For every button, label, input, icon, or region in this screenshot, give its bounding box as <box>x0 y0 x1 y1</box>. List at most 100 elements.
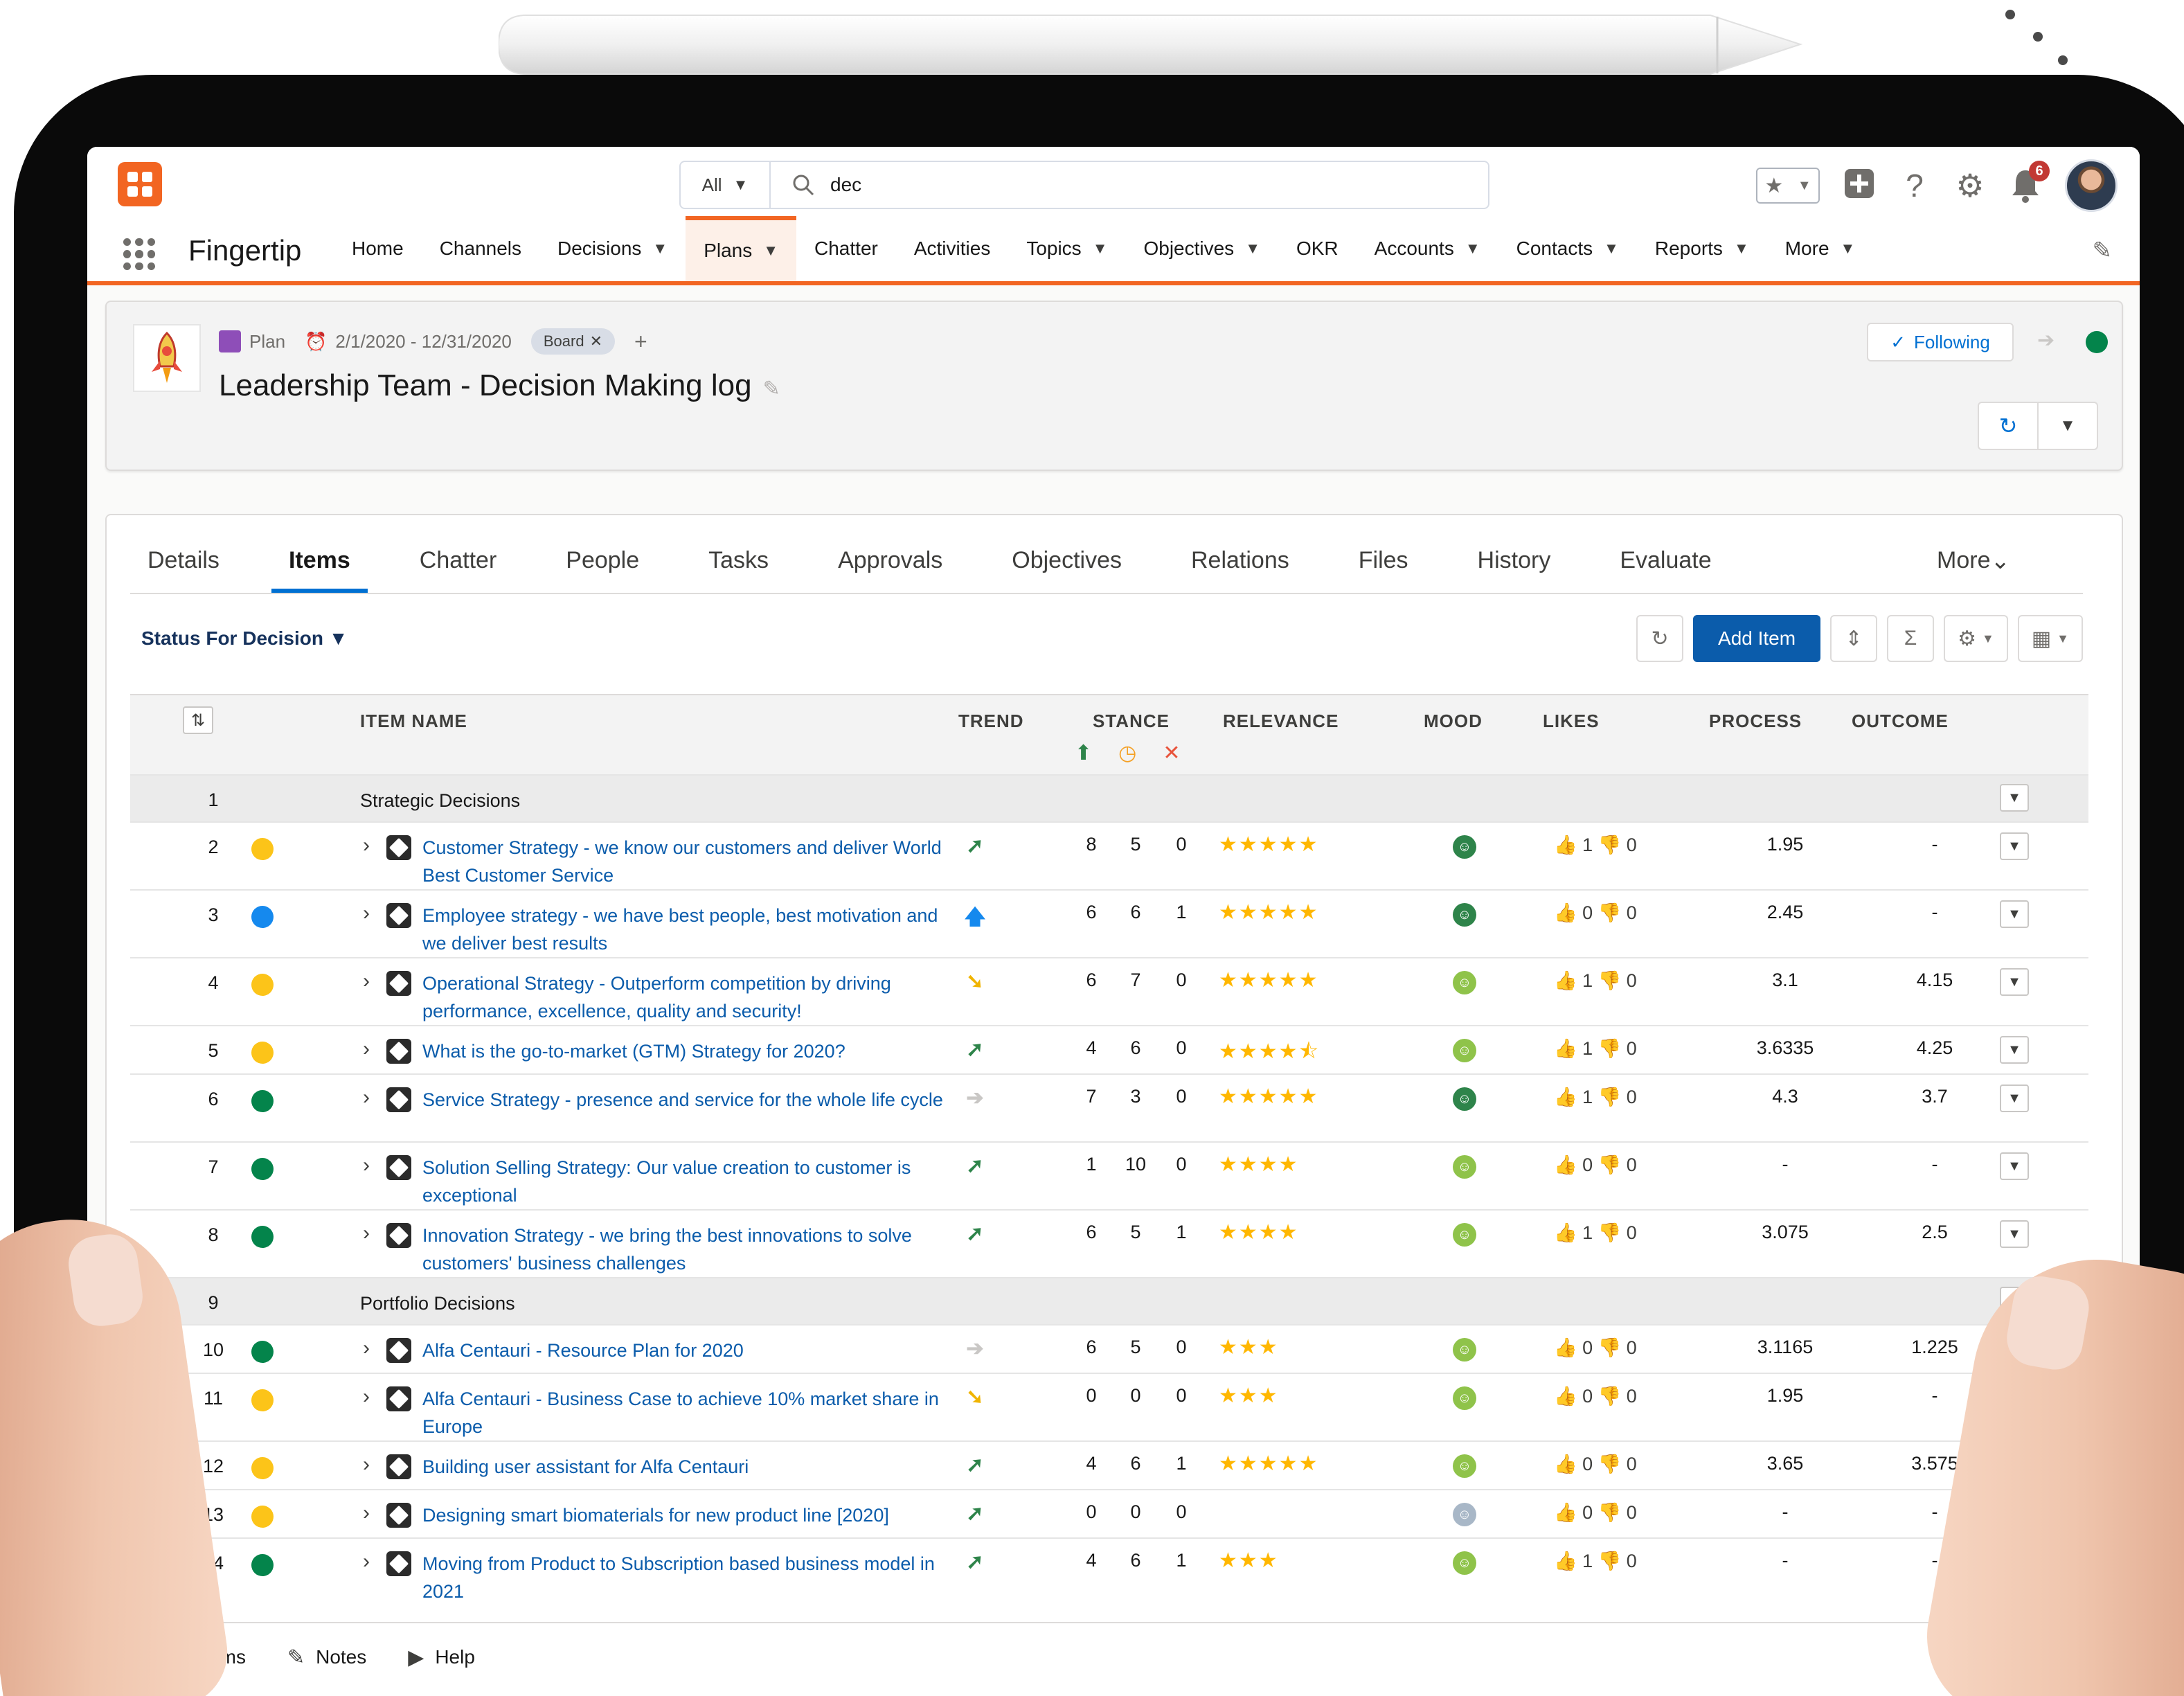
user-avatar[interactable] <box>2065 159 2118 212</box>
nav-item-decisions[interactable]: Decisions ▼ <box>539 216 686 281</box>
nav-item-more[interactable]: More ▼ <box>1767 216 1874 281</box>
search-input[interactable] <box>830 169 1453 201</box>
tab-chatter[interactable]: Chatter <box>402 543 514 593</box>
chevron-down-icon[interactable]: ▼ <box>1245 240 1260 258</box>
nav-item-activities[interactable]: Activities <box>896 216 1008 281</box>
chevron-down-icon[interactable]: ▼ <box>1841 240 1856 258</box>
tab-evaluate[interactable]: Evaluate <box>1602 543 1728 593</box>
tab-history[interactable]: History <box>1460 543 1568 593</box>
add-item-button[interactable]: Add Item <box>1693 615 1821 662</box>
setup-gear-icon[interactable]: ⚙ <box>1954 170 1986 202</box>
thumbs-down-icon[interactable]: 👎 <box>1598 1454 1627 1474</box>
column-outcome[interactable]: OUTCOME <box>1852 711 1949 732</box>
tab-people[interactable]: People <box>548 543 656 593</box>
row-actions-dropdown[interactable]: ▼ <box>2000 1220 2029 1248</box>
expand-chevron-icon[interactable]: › <box>363 902 370 925</box>
thumbs-down-icon[interactable]: 👎 <box>1598 970 1627 991</box>
chevron-down-icon[interactable]: ▼ <box>1604 240 1619 258</box>
column-layout-icon[interactable]: ▦ ▼ <box>2017 615 2083 662</box>
favorites-button[interactable]: ★ ▼ <box>1756 168 1820 204</box>
item-name-link[interactable]: Operational Strategy - Outperform compet… <box>422 970 949 1025</box>
edit-nav-pencil-icon[interactable]: ✎ <box>2093 237 2113 265</box>
expand-chevron-icon[interactable]: › <box>363 1037 370 1061</box>
chevron-down-icon[interactable]: ▼ <box>1465 240 1480 258</box>
thumbs-up-icon[interactable]: 👍 <box>1554 1551 1582 1571</box>
settings-gear-icon[interactable]: ⚙ ▼ <box>1944 615 2008 662</box>
tab-tasks[interactable]: Tasks <box>691 543 786 593</box>
tab-objectives[interactable]: Objectives <box>994 543 1139 593</box>
thumbs-down-icon[interactable]: 👎 <box>1598 1337 1627 1358</box>
expand-chevron-icon[interactable]: › <box>363 970 370 993</box>
expand-chevron-icon[interactable]: › <box>363 1550 370 1573</box>
thumbs-up-icon[interactable]: 👍 <box>1554 1337 1582 1358</box>
thumbs-down-icon[interactable]: 👎 <box>1598 902 1627 923</box>
expand-chevron-icon[interactable]: › <box>363 1154 370 1177</box>
thumbs-down-icon[interactable]: 👎 <box>1598 1551 1627 1571</box>
tab-relations[interactable]: Relations <box>1174 543 1307 593</box>
expand-chevron-icon[interactable]: › <box>363 1453 370 1476</box>
thumbs-up-icon[interactable]: 👍 <box>1554 1454 1582 1474</box>
item-name-link[interactable]: Alfa Centauri - Resource Plan for 2020 <box>422 1337 949 1364</box>
search-scope-select[interactable]: All ▼ <box>681 162 771 208</box>
arrow-right-icon[interactable]: ➔ <box>2037 328 2055 352</box>
tab-items[interactable]: Items <box>271 543 368 593</box>
item-name-link[interactable]: What is the go-to-market (GTM) Strategy … <box>422 1037 949 1065</box>
expand-chevron-icon[interactable]: › <box>363 1385 370 1409</box>
item-name-link[interactable]: Designing smart biomaterials for new pro… <box>422 1501 949 1529</box>
item-name-link[interactable]: Alfa Centauri - Business Case to achieve… <box>422 1385 949 1440</box>
chevron-down-icon[interactable]: ▼ <box>1093 240 1108 258</box>
item-name-link[interactable]: Service Strategy - presence and service … <box>422 1086 949 1114</box>
expand-chevron-icon[interactable]: › <box>363 1086 370 1109</box>
expand-chevron-icon[interactable]: › <box>363 1501 370 1525</box>
tab-files[interactable]: Files <box>1341 543 1426 593</box>
thumbs-down-icon[interactable]: 👎 <box>1598 1038 1627 1059</box>
nav-item-okr[interactable]: OKR <box>1278 216 1357 281</box>
utility-notes[interactable]: ✎ Notes <box>287 1645 366 1670</box>
item-name-link[interactable]: Innovation Strategy - we bring the best … <box>422 1222 949 1277</box>
add-tag-icon[interactable]: + <box>634 329 647 355</box>
thumbs-down-icon[interactable]: 👎 <box>1598 1502 1627 1523</box>
item-name-link[interactable]: Solution Selling Strategy: Our value cre… <box>422 1154 949 1209</box>
tab-approvals[interactable]: Approvals <box>821 543 960 593</box>
row-actions-dropdown[interactable]: ▼ <box>2000 832 2029 860</box>
chevron-down-icon[interactable]: ▼ <box>1734 240 1749 258</box>
thumbs-up-icon[interactable]: 👍 <box>1554 1222 1582 1243</box>
tag-pill[interactable]: Board ✕ <box>530 328 616 355</box>
expand-chevron-icon[interactable]: › <box>363 834 370 857</box>
column-item-name[interactable]: ITEM NAME <box>360 711 467 732</box>
expand-chevron-icon[interactable]: › <box>363 1337 370 1360</box>
column-process[interactable]: PROCESS <box>1709 711 1802 732</box>
item-name-link[interactable]: Employee strategy - we have best people,… <box>422 902 949 957</box>
column-mood[interactable]: MOOD <box>1424 711 1483 732</box>
thumbs-up-icon[interactable]: 👍 <box>1554 1087 1582 1107</box>
row-actions-dropdown[interactable]: ▼ <box>2000 784 2029 812</box>
row-actions-dropdown[interactable]: ▼ <box>2000 1084 2029 1112</box>
nav-item-chatter[interactable]: Chatter <box>796 216 896 281</box>
thumbs-down-icon[interactable]: 👎 <box>1598 834 1627 855</box>
nav-item-reports[interactable]: Reports ▼ <box>1637 216 1767 281</box>
column-stance[interactable]: STANCE <box>1093 711 1170 732</box>
notifications-button[interactable]: 6 <box>2010 161 2050 204</box>
global-create-icon[interactable] <box>1843 168 1875 204</box>
remove-tag-icon[interactable]: ✕ <box>590 332 602 350</box>
sum-icon[interactable]: Σ <box>1887 615 1935 662</box>
row-actions-dropdown[interactable]: ▼ <box>2000 1036 2029 1064</box>
tab-details[interactable]: Details <box>130 543 237 593</box>
help-icon[interactable]: ? <box>1899 170 1931 202</box>
column-likes[interactable]: LIKES <box>1543 711 1600 732</box>
following-button[interactable]: ✓ Following <box>1867 323 2014 361</box>
thumbs-up-icon[interactable]: 👍 <box>1554 1502 1582 1523</box>
thumbs-up-icon[interactable]: 👍 <box>1554 970 1582 991</box>
row-actions-dropdown[interactable]: ▼ <box>2000 968 2029 996</box>
nav-item-topics[interactable]: Topics ▼ <box>1008 216 1125 281</box>
tab-more[interactable]: More ⌄ <box>1919 543 2028 593</box>
item-name-link[interactable]: Building user assistant for Alfa Centaur… <box>422 1453 949 1481</box>
nav-item-accounts[interactable]: Accounts ▼ <box>1357 216 1498 281</box>
column-relevance[interactable]: RELEVANCE <box>1223 711 1339 732</box>
row-actions-dropdown[interactable]: ▼ <box>2000 1152 2029 1180</box>
thumbs-down-icon[interactable]: 👎 <box>1598 1154 1627 1175</box>
refresh-list-icon[interactable]: ↻ <box>1636 615 1684 662</box>
refresh-icon[interactable]: ↻ <box>1979 403 2037 449</box>
nav-item-channels[interactable]: Channels <box>422 216 539 281</box>
thumbs-up-icon[interactable]: 👍 <box>1554 1154 1582 1175</box>
